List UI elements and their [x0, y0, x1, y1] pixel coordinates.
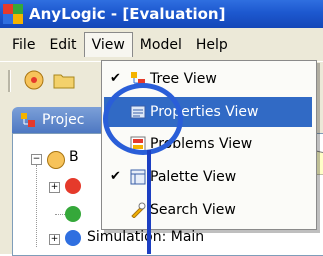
tab-projects-label: Projec: [42, 112, 85, 128]
menu-item-label: Palette View: [150, 169, 237, 185]
palette-view-icon: [130, 169, 146, 185]
menu-model[interactable]: Model: [133, 33, 189, 57]
menu-view[interactable]: View: [83, 32, 133, 57]
menu-bar: File Edit View Model Help: [0, 28, 323, 61]
window-title: AnyLogic - [Evaluation]: [29, 5, 226, 23]
highlight-circle-annotation: [103, 83, 183, 155]
tree-collapse-root[interactable]: −: [31, 154, 42, 165]
menu-help[interactable]: Help: [189, 33, 235, 57]
tree-expand-simulation[interactable]: +: [49, 234, 60, 245]
menu-item-label: Search View: [150, 202, 236, 218]
simulation-icon: [65, 230, 81, 246]
node-green-icon: [65, 206, 81, 222]
tree-item-simulation[interactable]: Simulation: Main: [87, 229, 204, 245]
menu-item-palette-view[interactable]: ✔ Palette View: [104, 162, 312, 192]
tree-root-label[interactable]: B: [69, 149, 79, 165]
menu-edit[interactable]: Edit: [42, 33, 83, 57]
projects-icon: [21, 113, 35, 127]
annotation-pointer-line: [147, 150, 151, 254]
checkmark-icon: ✔: [110, 169, 121, 184]
search-view-icon: [131, 202, 146, 218]
project-icon: [47, 151, 65, 169]
open-folder-icon[interactable]: [52, 68, 76, 92]
tree-expand-node-1[interactable]: +: [49, 182, 60, 193]
tree-guide: [36, 165, 37, 247]
toolbar-grip[interactable]: [8, 70, 11, 92]
node-red-icon: [65, 178, 81, 194]
checkmark-icon: ✔: [110, 71, 121, 86]
title-bar: AnyLogic - [Evaluation]: [0, 0, 323, 28]
anylogic-logo-icon: [3, 4, 23, 24]
menu-file[interactable]: File: [5, 33, 42, 57]
new-project-icon[interactable]: [22, 68, 46, 92]
menu-item-search-view[interactable]: Search View: [104, 195, 312, 225]
